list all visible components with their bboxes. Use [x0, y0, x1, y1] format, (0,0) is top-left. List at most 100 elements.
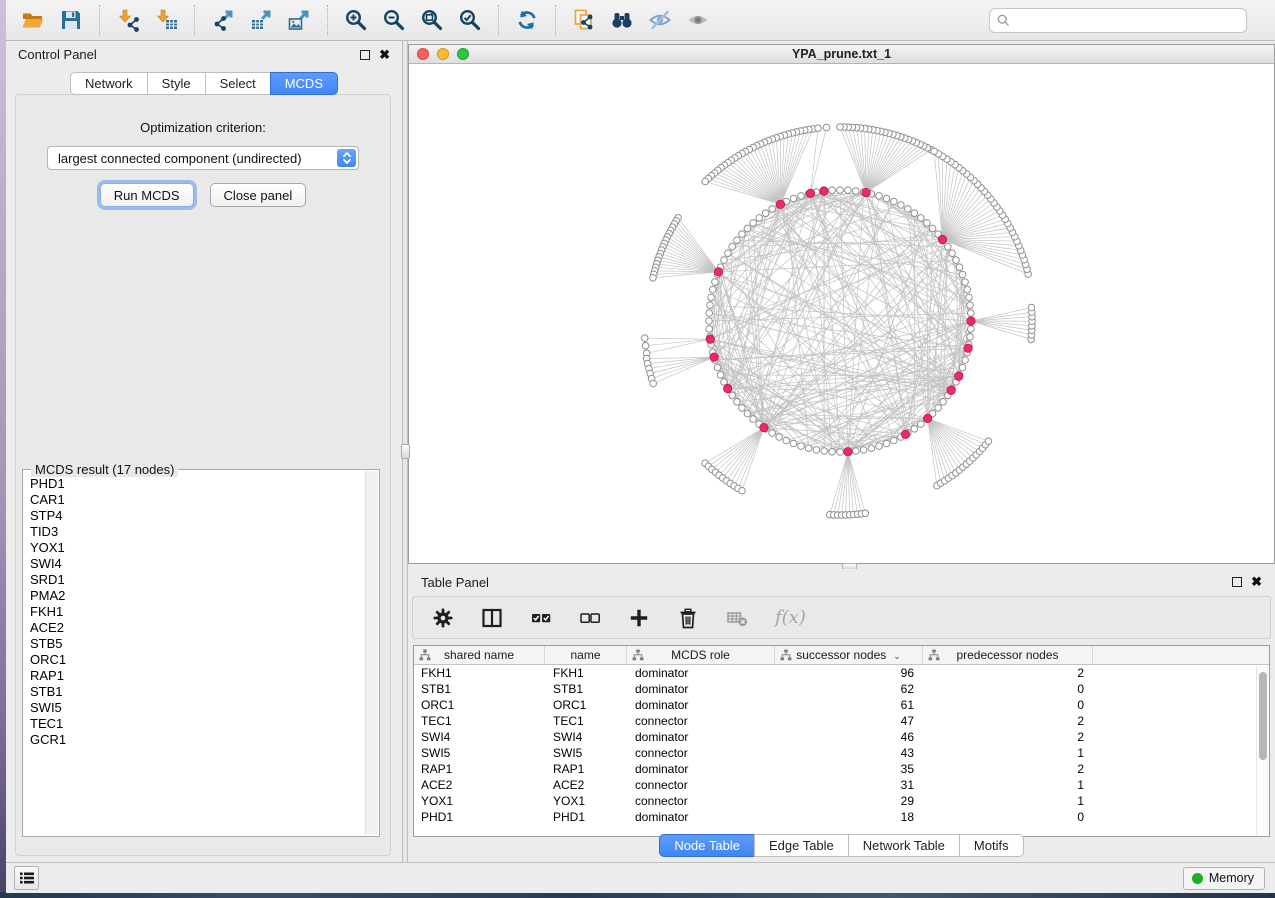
show-all-button[interactable] — [684, 6, 712, 34]
table-scrollbar-thumb[interactable] — [1259, 672, 1267, 760]
export-image-button[interactable] — [285, 6, 313, 34]
add-column-button[interactable] — [628, 607, 650, 629]
zoom-out-button[interactable] — [380, 6, 408, 34]
mcds-result-item[interactable]: STP4 — [30, 508, 379, 524]
mcds-result-item[interactable]: PMA2 — [30, 588, 379, 604]
first-neighbors-icon — [610, 8, 634, 32]
vertical-splitter-grip[interactable] — [401, 444, 410, 459]
mcds-result-item[interactable]: CAR1 — [30, 492, 379, 508]
mcds-result-item[interactable]: SWI4 — [30, 556, 379, 572]
import-network-icon — [116, 8, 140, 32]
mcds-result-item[interactable]: STB5 — [30, 636, 379, 652]
select-all-icon — [530, 607, 552, 629]
table-scrollbar[interactable] — [1256, 666, 1268, 835]
show-columns-button[interactable] — [481, 607, 503, 629]
column-header-MCDS-role[interactable]: MCDS role — [627, 646, 775, 664]
mcds-result-item[interactable]: ORC1 — [30, 652, 379, 668]
task-history-button[interactable] — [14, 866, 39, 890]
mcds-result-list: PHD1CAR1STP4TID3YOX1SWI4SRD1PMA2FKH1ACE2… — [23, 470, 379, 748]
optimization-criterion-label: Optimization criterion: — [16, 120, 390, 135]
mcds-result-item[interactable]: STB1 — [30, 684, 379, 700]
tab-node-table[interactable]: Node Table — [659, 834, 755, 857]
mcds-result-item[interactable]: TID3 — [30, 524, 379, 540]
deselect-all-button[interactable] — [579, 607, 601, 629]
mcds-result-item[interactable]: YOX1 — [30, 540, 379, 556]
main-area: Control Panel ✖ NetworkStyleSelectMCDS O… — [6, 41, 1275, 862]
column-header-shared-name[interactable]: shared name — [414, 646, 545, 664]
new-network-from-selection-icon — [572, 8, 596, 32]
tab-motifs[interactable]: Motifs — [959, 834, 1024, 857]
close-panel-icon[interactable]: ✖ — [379, 50, 390, 60]
table-row[interactable]: SWI4SWI4dominator462 — [414, 729, 1269, 745]
function-builder-icon: f(x) — [775, 607, 806, 628]
memory-status-icon — [1192, 873, 1203, 884]
mcds-result-item[interactable]: ACE2 — [30, 620, 379, 636]
float-table-panel-icon[interactable] — [1232, 577, 1242, 587]
mcds-result-title: MCDS result (17 nodes) — [31, 462, 178, 477]
float-panel-icon[interactable] — [360, 50, 370, 60]
table-row[interactable]: ACE2ACE2connector311 — [414, 777, 1269, 793]
delete-column-button[interactable] — [677, 607, 699, 629]
save-session-button[interactable] — [57, 6, 85, 34]
zoom-in-button[interactable] — [342, 6, 370, 34]
select-all-button[interactable] — [530, 607, 552, 629]
search-input[interactable] — [1010, 9, 1246, 32]
table-row[interactable]: YOX1YOX1connector291 — [414, 793, 1269, 809]
export-image-icon — [287, 8, 311, 32]
zoom-in-icon — [344, 8, 368, 32]
column-header-predecessor-nodes[interactable]: predecessor nodes — [923, 646, 1093, 664]
table-row[interactable]: STB1STB1dominator620 — [414, 681, 1269, 697]
task-list-icon — [19, 871, 35, 885]
table-row[interactable]: TEC1TEC1connector472 — [414, 713, 1269, 729]
tab-mcds[interactable]: MCDS — [270, 72, 338, 95]
settings-button[interactable] — [432, 607, 454, 629]
zoom-selected-button[interactable] — [456, 6, 484, 34]
table-row[interactable]: PHD1PHD1dominator180 — [414, 809, 1269, 825]
show-columns-icon — [481, 607, 503, 629]
close-panel-button[interactable]: Close panel — [210, 183, 307, 207]
table-row[interactable]: RAP1RAP1dominator352 — [414, 761, 1269, 777]
hide-selection-button[interactable] — [646, 6, 674, 34]
zoom-fit-icon — [420, 8, 444, 32]
table-panel: Table Panel ✖ f(x) shared namenameMCDS r… — [408, 569, 1275, 862]
mcds-result-item[interactable]: PHD1 — [30, 476, 379, 492]
close-table-panel-icon[interactable]: ✖ — [1251, 577, 1262, 587]
export-network-button[interactable] — [209, 6, 237, 34]
open-session-button[interactable] — [19, 6, 47, 34]
network-graph[interactable] — [409, 64, 1274, 563]
tab-network-table[interactable]: Network Table — [848, 834, 960, 857]
export-table-button[interactable] — [247, 6, 275, 34]
network-canvas[interactable] — [409, 64, 1274, 563]
import-table-button[interactable] — [152, 6, 180, 34]
tab-edge-table[interactable]: Edge Table — [754, 834, 849, 857]
optimization-criterion-select[interactable]: largest connected component (undirected) — [47, 146, 359, 170]
first-neighbors-button[interactable] — [608, 6, 636, 34]
optimization-criterion-value: largest connected component (undirected) — [58, 151, 302, 166]
mcds-result-group: MCDS result (17 nodes) PHD1CAR1STP4TID3Y… — [22, 469, 380, 837]
apply-layout-button[interactable] — [513, 6, 541, 34]
table-row[interactable]: FKH1FKH1dominator962 — [414, 665, 1269, 681]
mcds-result-item[interactable]: GCR1 — [30, 732, 379, 748]
tab-network[interactable]: Network — [70, 72, 148, 95]
import-network-button[interactable] — [114, 6, 142, 34]
column-header-successor-nodes[interactable]: successor nodes⌄ — [775, 646, 923, 664]
table-row[interactable]: SWI5SWI5connector431 — [414, 745, 1269, 761]
mcds-result-item[interactable]: RAP1 — [30, 668, 379, 684]
mcds-result-item[interactable]: SRD1 — [30, 572, 379, 588]
tab-style[interactable]: Style — [147, 72, 206, 95]
run-mcds-button[interactable]: Run MCDS — [100, 183, 194, 207]
mcds-result-item[interactable]: FKH1 — [30, 604, 379, 620]
main-toolbar — [6, 0, 1275, 41]
column-header-name[interactable]: name — [545, 646, 627, 664]
memory-button[interactable]: Memory — [1183, 867, 1265, 890]
table-row[interactable]: ORC1ORC1dominator610 — [414, 697, 1269, 713]
mcds-result-item[interactable]: SWI5 — [30, 700, 379, 716]
search-field[interactable] — [989, 8, 1247, 33]
mcds-list-scrollbar[interactable] — [365, 471, 378, 835]
tab-select[interactable]: Select — [205, 72, 271, 95]
cytoscape-window: Control Panel ✖ NetworkStyleSelectMCDS O… — [6, 0, 1275, 893]
zoom-fit-button[interactable] — [418, 6, 446, 34]
table-toolbar: f(x) — [412, 596, 1271, 639]
new-network-from-selection-button[interactable] — [570, 6, 598, 34]
mcds-result-item[interactable]: TEC1 — [30, 716, 379, 732]
